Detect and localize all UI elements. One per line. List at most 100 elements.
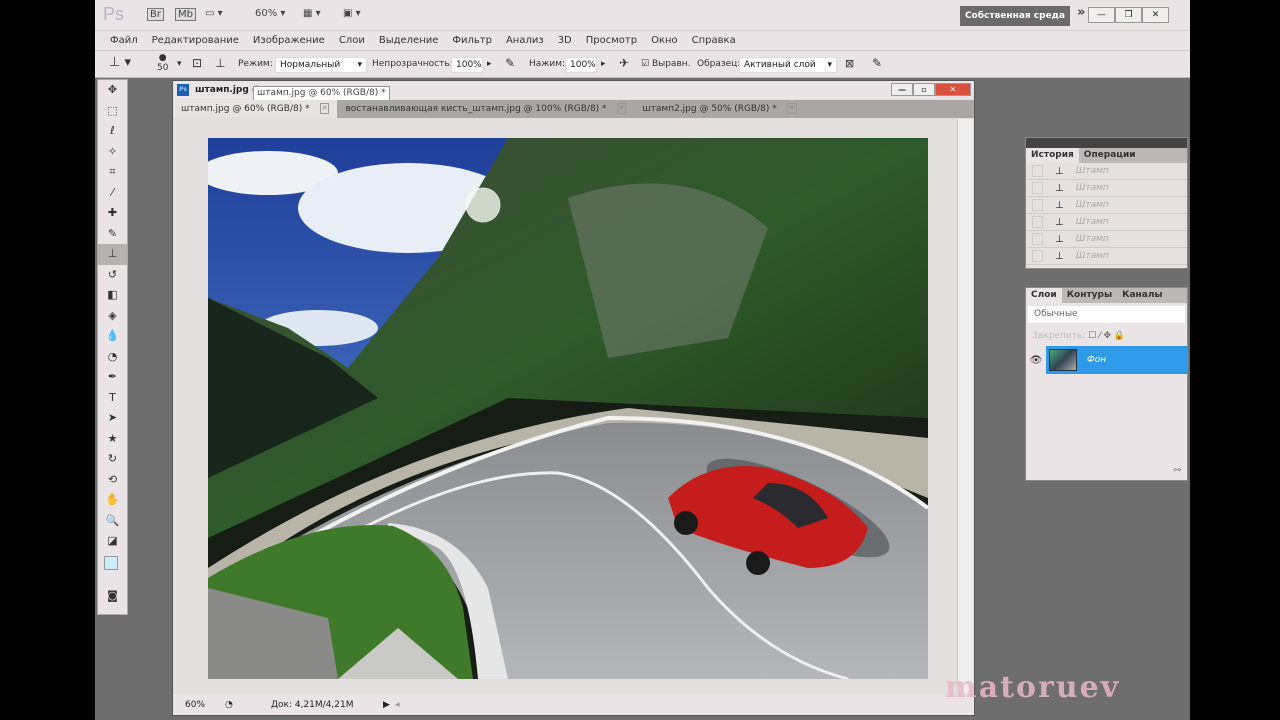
- opacity-slider-toggle[interactable]: ▸: [487, 59, 492, 69]
- mini-bridge-button[interactable]: Mb: [175, 8, 196, 21]
- type-tool-icon[interactable]: T: [98, 388, 127, 409]
- color-swatches[interactable]: [98, 555, 127, 586]
- close-tab-icon[interactable]: ✕: [319, 103, 330, 114]
- menu-analysis[interactable]: Анализ: [499, 31, 551, 50]
- 3d-rotate-tool-icon[interactable]: ↻: [98, 449, 127, 470]
- history-brush-tool-icon[interactable]: ↺: [98, 265, 127, 286]
- clone-stamp-tool-icon[interactable]: ⊥: [98, 244, 127, 265]
- menu-window[interactable]: Окно: [644, 31, 685, 50]
- close-button[interactable]: ✕: [1142, 7, 1169, 23]
- status-menu-arrow[interactable]: ▶: [383, 695, 390, 715]
- lasso-tool-icon[interactable]: ℓ: [98, 121, 127, 142]
- screen-mode-icon[interactable]: ▣ ▾: [343, 8, 361, 19]
- brush-dropdown-icon[interactable]: ▾: [177, 59, 182, 69]
- snapshot-checkbox[interactable]: [1032, 216, 1043, 228]
- history-item[interactable]: ⊥ Штамп: [1026, 180, 1187, 197]
- doc-close-button[interactable]: ✕: [935, 83, 971, 96]
- menu-select[interactable]: Выделение: [372, 31, 446, 50]
- menu-filter[interactable]: Фильтр: [445, 31, 499, 50]
- history-item[interactable]: ⊥ Штамп: [1026, 163, 1187, 180]
- pen-tool-icon[interactable]: ✒: [98, 367, 127, 388]
- aligned-checkbox[interactable]: ☑ Выравн.: [641, 59, 691, 69]
- crop-tool-icon[interactable]: ⌗: [98, 162, 127, 183]
- opacity-input[interactable]: 100%: [451, 57, 483, 73]
- eye-icon[interactable]: 👁: [1026, 355, 1046, 366]
- brush-tool-icon[interactable]: ✎: [98, 224, 127, 245]
- ignore-adjustment-layers-icon[interactable]: ⊠: [845, 57, 854, 70]
- pressure-opacity-icon[interactable]: ✎: [505, 56, 515, 70]
- history-item[interactable]: ⊥ Штамп: [1026, 248, 1187, 265]
- menu-layers[interactable]: Слои: [332, 31, 372, 50]
- 3d-orbit-tool-icon[interactable]: ⟲: [98, 470, 127, 491]
- tab-paths[interactable]: Контуры: [1062, 288, 1117, 303]
- doc-restore-button[interactable]: ▫: [913, 83, 935, 96]
- snapshot-checkbox[interactable]: [1032, 199, 1043, 211]
- clone-stamp-preset-icon[interactable]: ⊥ ▾: [109, 55, 131, 70]
- bridge-button[interactable]: Br: [147, 8, 164, 21]
- quick-mask-icon[interactable]: ◙: [98, 586, 127, 607]
- marquee-tool-icon[interactable]: ⬚: [98, 101, 127, 122]
- hand-tool-icon[interactable]: ✋: [98, 490, 127, 511]
- tab-healing-brush-stamp[interactable]: востанавливающая кисть_штамп.jpg @ 100% …: [337, 100, 634, 118]
- menu-3d[interactable]: 3D: [551, 31, 579, 50]
- toggle-brush-panel-icon[interactable]: ⊡: [192, 56, 202, 70]
- blend-mode-select[interactable]: Обычные: [1028, 306, 1185, 323]
- pressure-size-icon[interactable]: ✎: [872, 56, 882, 70]
- menu-view[interactable]: Просмотр: [579, 31, 644, 50]
- healing-brush-tool-icon[interactable]: ✚: [98, 203, 127, 224]
- link-layers-icon[interactable]: ⚯: [1173, 466, 1181, 476]
- tab-layers[interactable]: Слои: [1026, 288, 1062, 303]
- horizontal-scroll-left[interactable]: ◂: [395, 695, 400, 715]
- close-tab-icon[interactable]: ✕: [616, 103, 627, 114]
- view-extras-icon[interactable]: ▭ ▾: [205, 8, 223, 19]
- tab-channels[interactable]: Каналы: [1117, 288, 1167, 303]
- doc-minimize-button[interactable]: —: [891, 83, 913, 96]
- menu-edit[interactable]: Редактирование: [145, 31, 246, 50]
- more-workspaces-icon[interactable]: »: [1077, 5, 1085, 20]
- zoom-tool-icon[interactable]: 🔍: [98, 511, 127, 532]
- menu-help[interactable]: Справка: [685, 31, 743, 50]
- close-tab-icon[interactable]: ✕: [786, 103, 797, 114]
- status-zoom[interactable]: 60%: [185, 695, 205, 715]
- path-selection-tool-icon[interactable]: ➤: [98, 408, 127, 429]
- eraser-tool-icon[interactable]: ◧: [98, 285, 127, 306]
- default-colors-icon[interactable]: ◪: [98, 531, 127, 552]
- restore-button[interactable]: ❐: [1115, 7, 1142, 23]
- flow-slider-toggle[interactable]: ▸: [601, 59, 606, 69]
- snapshot-checkbox[interactable]: [1032, 250, 1043, 262]
- shape-tool-icon[interactable]: ★: [98, 429, 127, 450]
- menu-file[interactable]: Файл: [103, 31, 145, 50]
- image-canvas[interactable]: [208, 138, 928, 679]
- menu-image[interactable]: Изображение: [246, 31, 332, 50]
- move-tool-icon[interactable]: ✥: [98, 80, 127, 101]
- tab-stamp[interactable]: штамп.jpg @ 60% (RGB/8) * ✕: [173, 100, 338, 118]
- snapshot-checkbox[interactable]: [1032, 233, 1043, 245]
- arrange-documents-icon[interactable]: ▦ ▾: [303, 8, 321, 19]
- snapshot-checkbox[interactable]: [1032, 182, 1043, 194]
- layer-row[interactable]: 👁 Фон: [1026, 346, 1187, 374]
- airbrush-icon[interactable]: ✈: [619, 56, 629, 70]
- blur-tool-icon[interactable]: 💧: [98, 326, 127, 347]
- toggle-clone-source-icon[interactable]: ⊥: [215, 56, 225, 70]
- stamp-icon: ⊥: [1055, 250, 1064, 262]
- workspace-button[interactable]: Собственная среда: [960, 6, 1070, 26]
- history-item[interactable]: ⊥ Штамп: [1026, 214, 1187, 231]
- eyedropper-tool-icon[interactable]: ⁄: [98, 183, 127, 204]
- quick-selection-tool-icon[interactable]: ✧: [98, 142, 127, 163]
- tab-actions[interactable]: Операции: [1079, 148, 1141, 163]
- tab-history[interactable]: История: [1026, 148, 1079, 163]
- lock-icons[interactable]: ☐ ⁄ ✥ 🔒: [1088, 331, 1125, 341]
- flow-input[interactable]: 100%: [565, 57, 597, 73]
- zoom-level-dropdown[interactable]: 60% ▾: [255, 8, 285, 19]
- sample-select[interactable]: Активный слой ▾: [739, 57, 837, 73]
- paint-bucket-tool-icon[interactable]: ◈: [98, 306, 127, 327]
- history-item[interactable]: ⊥ Штамп: [1026, 197, 1187, 214]
- vertical-scrollbar[interactable]: [957, 119, 973, 693]
- snapshot-checkbox[interactable]: [1032, 165, 1043, 177]
- tab-stamp2[interactable]: штамп2.jpg @ 50% (RGB/8) * ✕: [634, 100, 804, 118]
- minimize-button[interactable]: —: [1088, 7, 1115, 23]
- history-item[interactable]: ⊥ Штамп: [1026, 231, 1187, 248]
- brush-size-picker[interactable]: ● 50: [157, 53, 168, 73]
- mode-select[interactable]: Нормальный ▾: [275, 57, 367, 73]
- dodge-tool-icon[interactable]: ◔: [98, 347, 127, 368]
